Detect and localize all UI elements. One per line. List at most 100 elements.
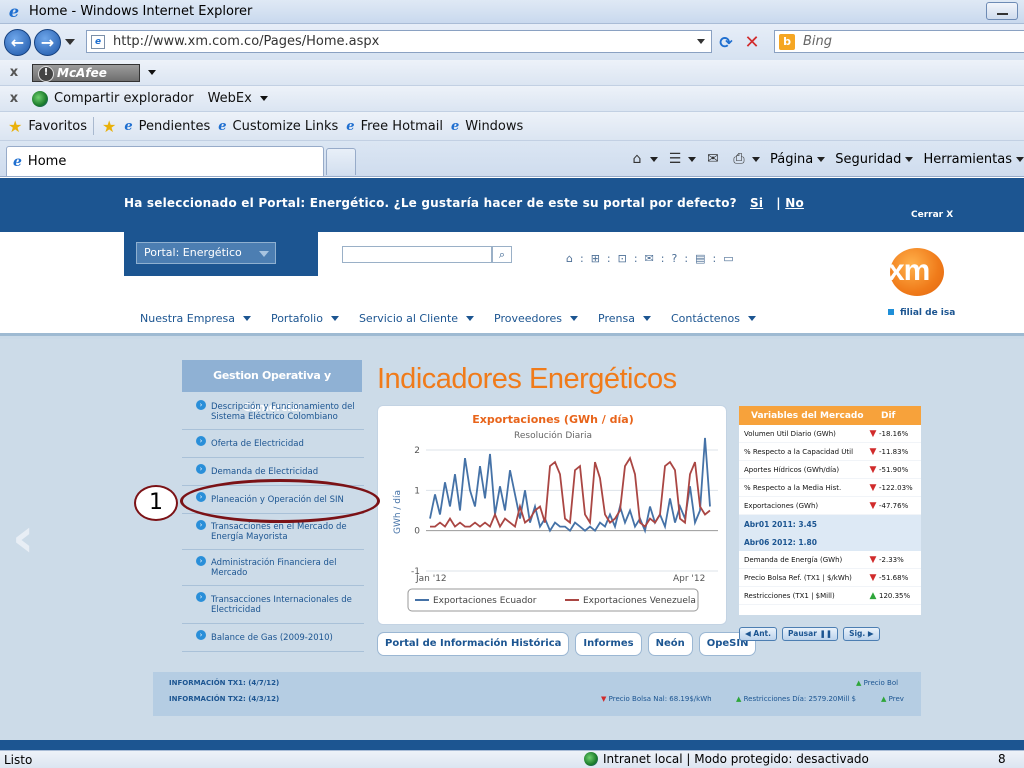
security-menu[interactable]: Seguridad — [835, 152, 901, 167]
webex-dropdown-icon[interactable] — [259, 96, 268, 101]
portal-select[interactable]: Portal: Energético — [136, 242, 276, 264]
page-menu[interactable]: Página — [770, 152, 813, 167]
mcafee-dropdown-icon[interactable] — [148, 70, 156, 75]
tools-menu[interactable]: Herramientas — [923, 152, 1012, 167]
feeds-dropdown-icon[interactable] — [687, 156, 696, 162]
site-header: Portal: Energético ⌕ ⌂: ⊞: ⊡: ✉: ?: ▤: ▭… — [0, 232, 1024, 336]
reports-button[interactable]: Informes — [575, 632, 642, 656]
page-menu-dropdown-icon[interactable] — [817, 156, 826, 162]
nav-nuestra-empresa[interactable]: Nuestra Empresa — [140, 312, 251, 325]
market-row: Volumen Útil Diario (GWh) ▼ -18.16% — [739, 425, 921, 443]
market-row-value: 120.35% — [879, 591, 911, 600]
arrow-down-icon: ▼ — [601, 695, 607, 703]
home-icon[interactable]: ⌂ — [628, 151, 646, 167]
site-search-button[interactable]: ⌕ — [492, 246, 512, 263]
sidebar-item-balance-gas[interactable]: › Balance de Gas (2009-2010) — [182, 624, 364, 652]
favorites-bar: ★ Favoritos ★ e Pendientes e Customize L… — [0, 112, 1024, 141]
favorite-link-customize[interactable]: Customize Links — [233, 119, 339, 134]
info-ticker: INFORMACIÓN TX1: (4/7/12) INFORMACIÓN TX… — [153, 672, 921, 716]
tab-home[interactable]: e Home — [6, 146, 324, 176]
tools-menu-dropdown-icon[interactable] — [1016, 156, 1024, 162]
refresh-icon[interactable]: ⟳ — [716, 33, 736, 53]
banner-yes-link[interactable]: Si — [750, 196, 763, 210]
tab-label[interactable]: Home — [28, 154, 66, 169]
sidebar-item-descripcion[interactable]: › Descripción y Funcionamiento del Sistem… — [182, 394, 364, 430]
arrow-down-icon: ▼ — [869, 554, 877, 565]
favorite-link-pendientes[interactable]: Pendientes — [139, 119, 211, 134]
annotation-number: 1 — [134, 485, 178, 521]
chart-subtitle: Resolución Diaria — [514, 430, 592, 441]
nav-portafolio[interactable]: Portafolio — [271, 312, 339, 325]
xm-logo[interactable]: xm — [886, 248, 950, 296]
address-bar[interactable]: e http://www.xm.com.co/Pages/Home.aspx — [86, 30, 712, 53]
history-dropdown-icon[interactable] — [65, 39, 75, 45]
favorite-link-hotmail[interactable]: Free Hotmail — [361, 119, 443, 134]
pause-button[interactable]: Pausar ❚❚ — [781, 627, 839, 641]
sidebar-item-administracion[interactable]: › Administración Financiera del Mercado — [182, 550, 364, 586]
site-search-input[interactable] — [342, 246, 492, 263]
market-row: % Respecto a la Media Hist. ▼ -122.03% — [739, 479, 921, 497]
security-zone[interactable]: Intranet local | Modo protegido: desacti… — [584, 752, 869, 766]
nav-contactenos[interactable]: Contáctenos — [671, 312, 756, 325]
help-icon[interactable]: ? — [672, 252, 678, 265]
zoom-level[interactable]: 8 — [998, 752, 1006, 766]
feeds-icon[interactable]: ☰ — [666, 151, 684, 167]
address-url[interactable]: http://www.xm.com.co/Pages/Home.aspx — [113, 34, 379, 49]
mail-icon[interactable]: ✉ — [704, 151, 722, 167]
address-dropdown-icon[interactable] — [697, 39, 705, 44]
market-header-dif: Dif — [881, 410, 896, 421]
banner-no-link[interactable]: No — [785, 196, 804, 210]
close-toolbar-icon[interactable]: x — [4, 91, 24, 106]
chevron-down-icon — [330, 316, 339, 321]
sitemap-icon[interactable]: ⊞ — [591, 252, 600, 265]
neon-button[interactable]: Neón — [647, 632, 693, 656]
chart-legend-label[interactable]: Exportaciones Venezuela — [583, 596, 696, 606]
chevron-left-icon[interactable]: ‹ — [12, 511, 42, 565]
search-box[interactable]: b Bing — [774, 30, 1024, 53]
security-menu-dropdown-icon[interactable] — [905, 156, 914, 162]
mail-icon[interactable]: ✉ — [645, 252, 654, 265]
market-row: Demanda de Energía (GWh) ▼ -2.33% — [739, 551, 921, 569]
sidebar-title: Gestion Operativa y Comercial — [182, 360, 362, 414]
divider — [93, 117, 95, 135]
add-favorite-icon[interactable]: ★ — [102, 117, 116, 136]
print-dropdown-icon[interactable] — [751, 156, 760, 162]
sidebar-item-oferta[interactable]: › Oferta de Electricidad — [182, 430, 364, 458]
close-toolbar-icon[interactable]: x — [4, 65, 24, 80]
search-placeholder[interactable]: Bing — [803, 34, 832, 49]
favorites-button[interactable]: Favoritos — [28, 119, 87, 134]
minimize-button[interactable] — [986, 2, 1018, 20]
home-icon[interactable]: ⌂ — [566, 252, 573, 265]
stop-icon[interactable]: ✕ — [742, 33, 762, 53]
print-icon[interactable]: ⎙ — [730, 151, 748, 167]
previous-button[interactable]: ◀ Ant. — [739, 627, 777, 641]
divider: : — [684, 252, 689, 265]
forward-button[interactable]: → — [34, 28, 61, 56]
chart-legend-label[interactable]: Exportaciones Ecuador — [433, 596, 537, 606]
nav-servicio-cliente[interactable]: Servicio al Cliente — [359, 312, 475, 325]
banner-close-link[interactable]: Cerrar X — [911, 210, 953, 220]
globe-icon — [584, 752, 598, 766]
isa-icon[interactable]: ▭ — [723, 252, 733, 265]
page-title: Indicadores Energéticos — [377, 363, 677, 395]
webex-button[interactable]: WebEx — [208, 91, 252, 106]
chevron-down-icon — [570, 316, 579, 321]
home-dropdown-icon[interactable] — [649, 156, 658, 162]
chart-title: Exportaciones (GWh / día) — [472, 413, 633, 426]
nav-proveedores[interactable]: Proveedores — [494, 312, 579, 325]
share-browser-button[interactable]: Compartir explorador — [54, 91, 194, 106]
historical-info-button[interactable]: Portal de Información Histórica — [377, 632, 570, 656]
search-advanced-icon[interactable]: ⊡ — [618, 252, 627, 265]
nav-prensa[interactable]: Prensa — [598, 312, 651, 325]
market-variables-panel: Variables del Mercado Dif Volumen Útil D… — [739, 406, 921, 615]
arrow-right-icon: › — [196, 556, 206, 566]
document-icon[interactable]: ▤ — [695, 252, 705, 265]
mcafee-button[interactable]: McAfee — [32, 63, 140, 82]
favorites-star-icon[interactable]: ★ — [8, 117, 22, 136]
favorite-link-windows[interactable]: Windows — [465, 119, 523, 134]
sidebar-item-transacciones-internacionales[interactable]: › Transacciones Internacionales de Electr… — [182, 586, 364, 624]
arrow-up-icon: ▲ — [736, 695, 742, 703]
next-button[interactable]: Sig. ▶ — [843, 627, 880, 641]
back-button[interactable]: ← — [4, 28, 31, 56]
new-tab-button[interactable] — [326, 148, 356, 175]
